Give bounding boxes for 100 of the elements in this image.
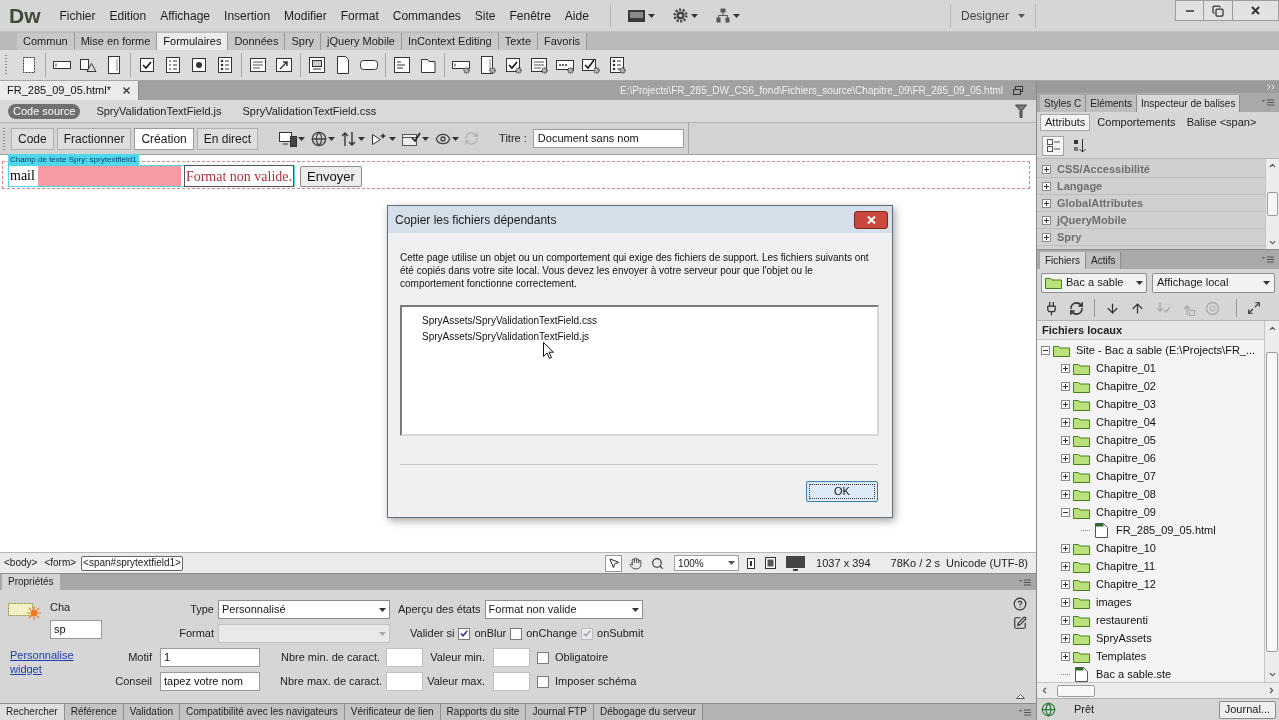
panel-tab[interactable]: Inspecteur de balises [1136,95,1241,112]
insert-tab[interactable]: Favoris [538,33,588,50]
subtab[interactable]: Comportements [1092,114,1181,131]
scrollbar[interactable] [1264,321,1279,682]
insert-tab[interactable]: InContext Editing [401,33,499,50]
plus-box-icon[interactable] [1061,399,1070,409]
plus-box-icon[interactable] [1061,615,1070,625]
view-button[interactable]: Création [134,127,194,150]
plus-box-icon[interactable] [1061,489,1070,499]
insert-tab[interactable]: Spry [285,33,322,50]
plus-box-icon[interactable] [1042,215,1051,225]
plus-box-icon[interactable] [1042,198,1051,208]
panel-tab[interactable]: Journal FTP [526,704,594,720]
customize-link[interactable]: Personnalise widget [10,647,86,676]
tree-item[interactable]: Chapitre_04 [1096,413,1156,431]
title-field[interactable]: Document sans nom [532,129,684,148]
tree-item[interactable]: SpryAssets [1096,629,1152,647]
number-input[interactable] [386,672,423,691]
scrollbar[interactable] [1037,682,1279,698]
related-file-tab[interactable]: SpryValidationTextField.js [91,103,227,119]
restore-button[interactable] [1204,0,1233,21]
sort-arrow-icon[interactable] [1073,137,1086,154]
category-view-button[interactable] [1042,135,1064,156]
tool-button[interactable] [605,554,623,572]
plus-box-icon[interactable] [1061,381,1070,391]
plus-box-icon[interactable] [1061,579,1070,589]
text-input[interactable]: 1 [160,648,260,667]
panel-tab[interactable]: Fichiers [1040,252,1086,269]
minus-box-icon[interactable] [1041,345,1050,355]
workspace-switcher[interactable]: Designer [950,4,1035,27]
tree-item[interactable]: Chapitre_10 [1096,539,1156,557]
down-arrow-icon[interactable] [1105,300,1120,316]
close-button[interactable] [1233,0,1279,21]
state-preview-select[interactable]: Format non valide [484,600,643,619]
tag-selector[interactable]: <form> [42,555,79,571]
refresh-icon[interactable] [1069,300,1084,316]
tree-item[interactable]: Chapitre_01 [1096,359,1156,377]
radio-button-icon[interactable] [190,56,208,74]
plus-box-icon[interactable] [1061,471,1070,481]
plus-box-icon[interactable] [1061,453,1070,463]
menu-item[interactable]: Commandes [385,4,468,27]
menu-item[interactable]: Aide [557,4,596,27]
panel-tab[interactable]: Styles C [1040,95,1087,112]
image-field-icon[interactable] [308,56,326,74]
tree-item[interactable]: Chapitre_12 [1096,575,1156,593]
checkbox-icon[interactable] [138,56,156,74]
plus-box-icon[interactable] [1061,651,1070,661]
tree-item[interactable]: Chapitre_09 [1096,503,1156,521]
tree-item[interactable]: restaurenti [1096,611,1148,629]
ok-button[interactable]: OK [806,481,878,502]
arrow-box-icon[interactable] [275,56,293,74]
plus-box-icon[interactable] [1061,597,1070,607]
scrollbar-thumb[interactable] [1266,351,1278,652]
filter-icon[interactable] [1015,104,1027,118]
plus-box-icon[interactable] [1042,164,1051,174]
tree-item[interactable]: Site - Bac a sable (E:\Projects\FR_... [1076,341,1256,359]
widget-name-field[interactable]: sp [50,619,102,639]
narrow-window-icon[interactable] [747,557,756,569]
checkbox[interactable] [537,651,549,664]
tablet-window-icon[interactable] [765,557,777,569]
panel-tab[interactable]: Débogage du serveur [593,704,704,720]
folder-tab-icon[interactable] [419,56,437,74]
type-select[interactable]: Personnalisé [218,600,390,619]
text-input[interactable] [37,166,181,186]
radio-list-icon[interactable] [216,56,234,74]
text-input[interactable]: tapez votre nom [160,672,260,691]
menu-item[interactable]: Insertion [217,4,278,27]
plus-box-icon[interactable] [1061,633,1070,643]
panel-menu-icon[interactable] [1262,256,1274,263]
insert-tab[interactable]: jQuery Mobile [321,33,402,50]
view-select[interactable]: Affichage local [1152,272,1275,293]
scrollbar-thumb[interactable] [1057,684,1095,697]
log-button[interactable]: Journal... [1218,700,1276,719]
plus-box-icon[interactable] [1061,543,1070,553]
panel-menu-icon[interactable] [1019,578,1031,586]
text-area-icon[interactable] [105,56,123,74]
text-area-gear-icon[interactable] [478,56,496,74]
checkbox[interactable] [510,627,523,640]
insert-tab[interactable]: Formulaires [157,33,229,50]
restore-icon[interactable] [1013,86,1023,95]
tree-item[interactable]: Chapitre_02 [1096,377,1156,395]
insert-tab[interactable]: Commun [17,33,75,50]
menu-item[interactable]: Affichage [153,4,218,27]
view-button[interactable]: Code [11,127,54,150]
dashed-box-icon[interactable] [20,56,38,74]
arrow-check-icon[interactable] [1155,300,1170,316]
plus-box-icon[interactable] [1061,561,1070,571]
zoom-select[interactable]: 100% [674,555,740,571]
scrollbar-thumb[interactable] [1267,192,1278,216]
menu-item[interactable]: Modifier [277,4,334,27]
insert-tab[interactable]: Mise en forme [74,33,158,50]
tool-button[interactable] [627,554,645,572]
panel-menu-icon[interactable] [1019,708,1031,716]
subtab[interactable]: Attributs [1040,114,1091,131]
tree-item[interactable]: FR_285_09_05.html [1116,521,1216,539]
plus-box-icon[interactable] [1061,363,1070,373]
document-tab[interactable]: FR_285_09_05.html* [0,81,139,100]
minus-box-icon[interactable] [1061,507,1070,517]
number-input[interactable] [386,648,423,667]
menu-item[interactable]: Fenêtre [502,4,558,27]
